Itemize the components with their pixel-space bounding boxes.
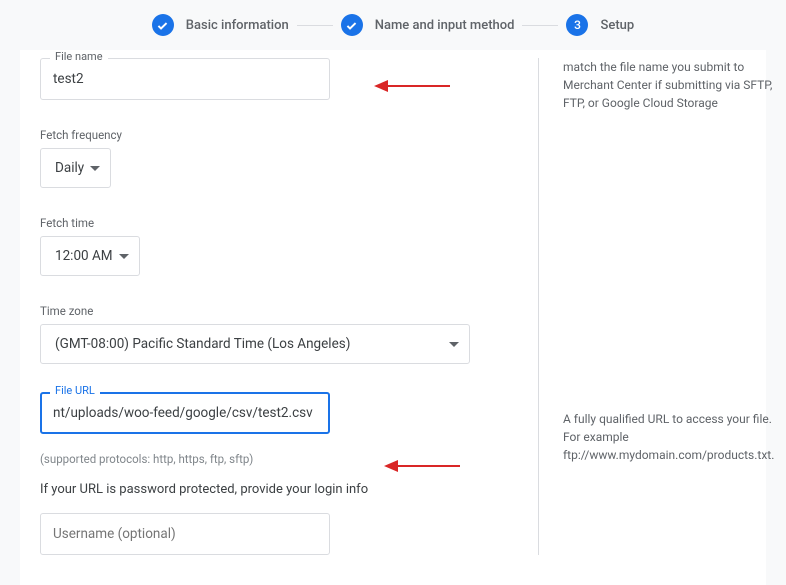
login-prompt: If your URL is password protected, provi… — [40, 482, 530, 497]
step3-number: 3 — [566, 14, 588, 36]
chevron-down-icon — [90, 166, 100, 171]
check-icon — [152, 14, 174, 36]
chevron-down-icon — [119, 254, 129, 259]
fetch-time-dropdown[interactable]: 12:00 AM — [40, 236, 140, 276]
step2-label: Name and input method — [375, 18, 515, 33]
field-file-url: File URL — [40, 392, 530, 434]
step-divider — [522, 25, 558, 26]
file-name-label: File name — [50, 50, 108, 63]
tip-file-url: A fully qualified URL to access your fil… — [563, 410, 774, 464]
field-fetch-time: Fetch time 12:00 AM — [40, 216, 530, 276]
step-basic-info[interactable]: Basic information — [152, 14, 289, 36]
file-url-label: File URL — [50, 384, 100, 397]
chevron-down-icon — [449, 342, 459, 347]
file-url-input[interactable] — [40, 392, 330, 434]
fetch-freq-label: Fetch frequency — [40, 128, 530, 142]
time-zone-label: Time zone — [40, 304, 530, 318]
field-username — [40, 513, 530, 555]
form-content: File name Fetch frequency Daily Fetch ti… — [20, 50, 766, 585]
file-name-input[interactable] — [40, 58, 330, 100]
check-icon — [341, 14, 363, 36]
stepper: Basic information Name and input method … — [0, 0, 786, 50]
step-setup[interactable]: 3 Setup — [566, 14, 634, 36]
step-name-input[interactable]: Name and input method — [341, 14, 515, 36]
arrow-icon — [384, 460, 460, 472]
tip-file-name: match the file name you submit to Mercha… — [563, 58, 774, 112]
field-file-name: File name — [40, 58, 530, 100]
arrow-icon — [374, 80, 450, 92]
time-zone-dropdown[interactable]: (GMT-08:00) Pacific Standard Time (Los A… — [40, 324, 470, 364]
field-time-zone: Time zone (GMT-08:00) Pacific Standard T… — [40, 304, 530, 364]
fetch-time-label: Fetch time — [40, 216, 530, 230]
field-fetch-frequency: Fetch frequency Daily — [40, 128, 530, 188]
step3-label: Setup — [600, 18, 634, 33]
username-input[interactable] — [40, 513, 330, 555]
step1-label: Basic information — [186, 18, 289, 33]
fetch-freq-value: Daily — [55, 160, 84, 176]
fetch-freq-dropdown[interactable]: Daily — [40, 148, 111, 188]
fetch-time-value: 12:00 AM — [55, 248, 113, 264]
step-divider — [297, 25, 333, 26]
time-zone-value: (GMT-08:00) Pacific Standard Time (Los A… — [55, 336, 350, 352]
